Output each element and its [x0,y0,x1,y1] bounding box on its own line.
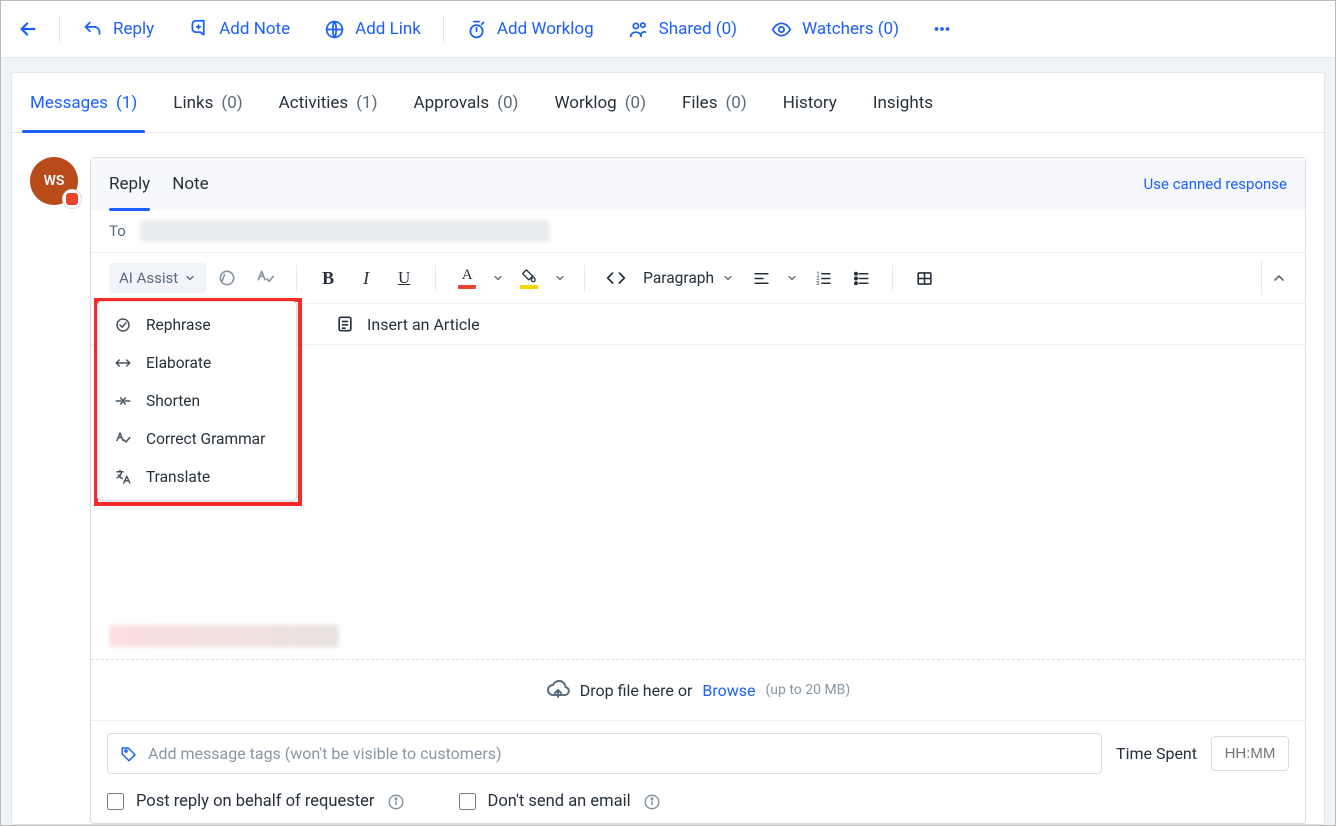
align-chevron[interactable] [782,261,802,295]
highlight-button[interactable] [512,261,546,295]
align-button[interactable] [744,261,778,295]
chevron-down-icon [492,272,504,284]
ai-elaborate[interactable]: Elaborate [98,344,296,382]
tab-history[interactable]: History [783,73,837,132]
people-icon [628,19,649,40]
ai-shorten[interactable]: Shorten [98,382,296,420]
tab-messages[interactable]: Messages(1) [30,73,137,132]
chevron-down-icon [554,272,566,284]
paragraph-dropdown[interactable]: Paragraph [637,265,740,291]
refresh-icon [114,316,132,334]
mode-note-tab[interactable]: Note [172,158,208,210]
chevron-down-icon [184,272,196,284]
bucket-icon [521,268,538,283]
file-dropzone[interactable]: Drop file here or Browse (up to 20 MB) [91,659,1305,720]
info-icon [643,793,661,811]
ul-icon [852,269,871,288]
highlight-chevron[interactable] [550,261,570,295]
info-icon [387,793,405,811]
spellcheck-button[interactable] [248,261,282,295]
message-tags-input[interactable]: Add message tags (won't be visible to cu… [107,733,1102,774]
note-icon [188,19,209,40]
top-action-bar: Reply Add Note Add Link Add Worklog Shar… [1,1,1335,58]
ol-icon: 123 [814,269,833,288]
chevron-up-icon [1271,270,1287,286]
shared-action[interactable]: Shared (0) [620,15,745,44]
code-button[interactable] [599,261,633,295]
post-on-behalf-checkbox[interactable]: Post reply on behalf of requester [107,792,405,811]
table-icon [915,269,934,288]
to-field-row: To [91,210,1305,253]
browse-link[interactable]: Browse [702,681,755,700]
ai-translate[interactable]: Translate [98,458,296,496]
tag-icon [120,745,138,763]
font-check-icon [255,268,275,288]
mode-reply-tab[interactable]: Reply [109,158,150,210]
recipient-redacted[interactable] [140,220,550,242]
tab-activities[interactable]: Activities(1) [279,73,378,132]
add-link-action[interactable]: Add Link [316,15,429,44]
more-menu-button[interactable] [925,12,959,46]
insert-article-button[interactable]: Insert an Article [335,314,480,334]
tab-approvals[interactable]: Approvals(0) [414,73,519,132]
cloud-upload-icon [546,678,570,702]
eye-icon [771,19,792,40]
chevron-down-icon [786,272,798,284]
circle-check-icon [217,268,237,288]
reply-action[interactable]: Reply [74,15,162,44]
italic-button[interactable]: I [349,261,383,295]
article-icon [335,314,355,334]
ticket-card: Messages(1) Links(0) Activities(1) Appro… [11,72,1325,825]
bold-button[interactable]: B [311,261,345,295]
tab-links[interactable]: Links(0) [173,73,242,132]
page-body: Messages(1) Links(0) Activities(1) Appro… [1,58,1335,825]
underline-button[interactable]: U [387,261,421,295]
timer-icon [466,19,487,40]
svg-text:3: 3 [816,280,819,286]
editor-footer: Add message tags (won't be visible to cu… [91,720,1305,823]
tab-files[interactable]: Files(0) [682,73,747,132]
ai-assist-menu: Rephrase Elaborate Shorten Correct [97,301,297,501]
chevron-down-icon [722,272,734,284]
dont-send-email-checkbox[interactable]: Don't send an email [459,792,661,811]
arrow-left-icon [17,18,39,40]
reply-editor: Reply Note Use canned response To AI Ass… [90,157,1306,824]
add-note-action[interactable]: Add Note [180,15,298,44]
text-color-chevron[interactable] [488,261,508,295]
collapse-toolbar-button[interactable] [1261,261,1295,295]
align-icon [752,269,771,288]
grammar-icon [114,430,132,448]
editor-toolbar: AI Assist B I U [91,253,1305,304]
compress-h-icon [114,392,132,410]
tab-worklog[interactable]: Worklog(0) [554,73,646,132]
signature-redacted [109,625,339,647]
ordered-list-button[interactable]: 123 [806,261,840,295]
code-icon [606,268,626,288]
add-worklog-action[interactable]: Add Worklog [458,15,602,44]
time-spent-label: Time Spent [1116,744,1197,763]
tone-button[interactable] [210,261,244,295]
table-button[interactable] [907,261,941,295]
editor-mode-tabs: Reply Note [109,158,209,210]
avatar-badge [62,189,82,209]
tab-insights[interactable]: Insights [873,73,933,132]
back-button[interactable] [11,12,45,46]
dots-icon [931,18,953,40]
ai-assist-dropdown[interactable]: AI Assist [109,263,206,293]
canned-response-link[interactable]: Use canned response [1144,175,1287,193]
globe-icon [324,19,345,40]
translate-icon [114,468,132,486]
time-spent-input[interactable] [1211,736,1289,771]
to-label: To [109,222,126,240]
ai-rephrase[interactable]: Rephrase [98,306,296,344]
text-color-button[interactable]: A [450,261,484,295]
expand-h-icon [114,354,132,372]
main-tabs: Messages(1) Links(0) Activities(1) Appro… [12,73,1324,133]
ai-grammar[interactable]: Correct Grammar [98,420,296,458]
user-avatar: WS [30,157,78,205]
reply-icon [82,19,103,40]
watchers-action[interactable]: Watchers (0) [763,15,907,44]
unordered-list-button[interactable] [844,261,878,295]
